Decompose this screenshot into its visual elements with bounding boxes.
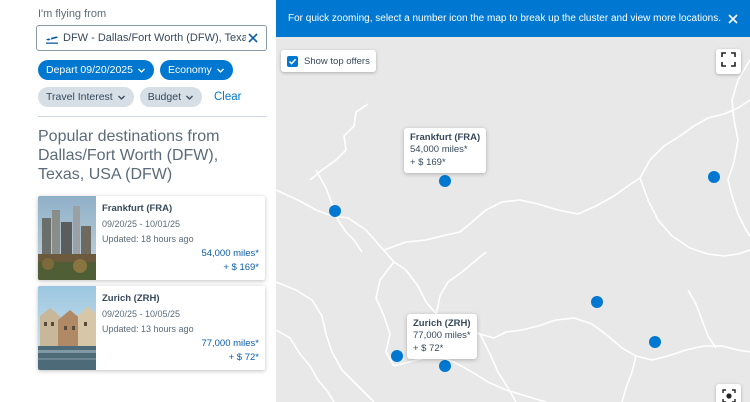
depart-date-chip[interactable]: Depart 09/20/2025 <box>38 60 154 80</box>
card-destination: Zurich (ZRH) <box>102 293 160 304</box>
locate-icon <box>721 389 736 402</box>
map-pin-zurich[interactable] <box>439 360 451 372</box>
show-top-offers-toggle[interactable]: Show top offers <box>281 50 376 72</box>
map-pin[interactable] <box>708 171 720 183</box>
map-popup-zurich[interactable]: Zurich (ZRH) 77,000 miles* + $ 72* <box>407 314 477 359</box>
travel-interest-label: Travel Interest <box>46 91 113 103</box>
close-icon[interactable] <box>246 31 260 45</box>
popup-miles: 54,000 miles* <box>410 144 468 155</box>
depart-date-label: Depart 09/20/2025 <box>46 64 133 76</box>
popup-price: + $ 169* <box>410 157 446 168</box>
close-icon[interactable] <box>726 12 740 26</box>
travel-interest-chip[interactable]: Travel Interest <box>38 87 134 107</box>
primary-filters: Depart 09/20/2025 Economy <box>38 60 233 80</box>
map-pin-frankfurt[interactable] <box>439 175 451 187</box>
airplane-takeoff-icon <box>45 31 59 45</box>
zoom-hint-banner: For quick zooming, select a number icon … <box>276 0 750 37</box>
card-dates: 09/20/25 - 10/01/25 <box>102 219 181 229</box>
card-price: + $ 169* <box>223 262 259 273</box>
chevron-down-icon <box>185 93 194 102</box>
zurich-photo <box>38 286 96 370</box>
card-miles: 54,000 miles* <box>201 248 259 259</box>
budget-chip[interactable]: Budget <box>139 87 202 107</box>
fullscreen-button[interactable] <box>716 49 741 74</box>
popular-destinations-heading: Popular destinations from Dallas/Fort Wo… <box>38 128 220 183</box>
cabin-class-chip[interactable]: Economy <box>159 60 233 80</box>
clear-filters-link[interactable]: Clear <box>214 91 241 103</box>
popup-price: + $ 72* <box>413 343 444 354</box>
card-updated: Updated: 18 hours ago <box>102 234 194 244</box>
popup-destination: Frankfurt (FRA) <box>410 132 481 143</box>
map-pin[interactable] <box>329 205 341 217</box>
origin-value: DFW - Dallas/Fort Worth (DFW), Texas, U.… <box>63 32 246 44</box>
origin-label: I'm flying from <box>38 8 107 20</box>
cabin-class-label: Economy <box>167 64 212 76</box>
checkbox-checked-icon[interactable] <box>287 55 298 67</box>
destinations-map[interactable]: For quick zooming, select a number icon … <box>276 0 750 402</box>
map-pin[interactable] <box>649 336 661 348</box>
origin-input[interactable]: DFW - Dallas/Fort Worth (DFW), Texas, U.… <box>36 25 267 51</box>
divider <box>38 116 267 117</box>
destination-card-frankfurt[interactable]: Frankfurt (FRA) 09/20/25 - 10/01/25 Upda… <box>38 196 265 280</box>
frankfurt-photo <box>38 196 96 280</box>
fullscreen-icon <box>721 51 736 72</box>
popup-miles: 77,000 miles* <box>413 330 471 341</box>
card-price: + $ 72* <box>228 352 259 363</box>
locate-button[interactable] <box>716 384 741 402</box>
budget-label: Budget <box>147 91 181 103</box>
chevron-down-icon <box>216 66 225 75</box>
map-pin[interactable] <box>391 350 403 362</box>
search-panel: I'm flying from DFW - Dallas/Fort Worth … <box>0 0 276 402</box>
card-dates: 09/20/25 - 10/05/25 <box>102 309 181 319</box>
card-miles: 77,000 miles* <box>201 338 259 349</box>
show-top-offers-label: Show top offers <box>304 55 370 67</box>
chevron-down-icon <box>137 66 146 75</box>
card-destination: Frankfurt (FRA) <box>102 203 173 214</box>
secondary-filters: Travel Interest Budget Clear <box>38 87 241 107</box>
map-pin[interactable] <box>591 296 603 308</box>
popup-destination: Zurich (ZRH) <box>413 318 471 329</box>
card-updated: Updated: 13 hours ago <box>102 324 194 334</box>
destination-card-zurich[interactable]: Zurich (ZRH) 09/20/25 - 10/05/25 Updated… <box>38 286 265 370</box>
chevron-down-icon <box>117 93 126 102</box>
map-popup-frankfurt[interactable]: Frankfurt (FRA) 54,000 miles* + $ 169* <box>404 128 487 173</box>
zoom-hint-text: For quick zooming, select a number icon … <box>288 13 721 24</box>
